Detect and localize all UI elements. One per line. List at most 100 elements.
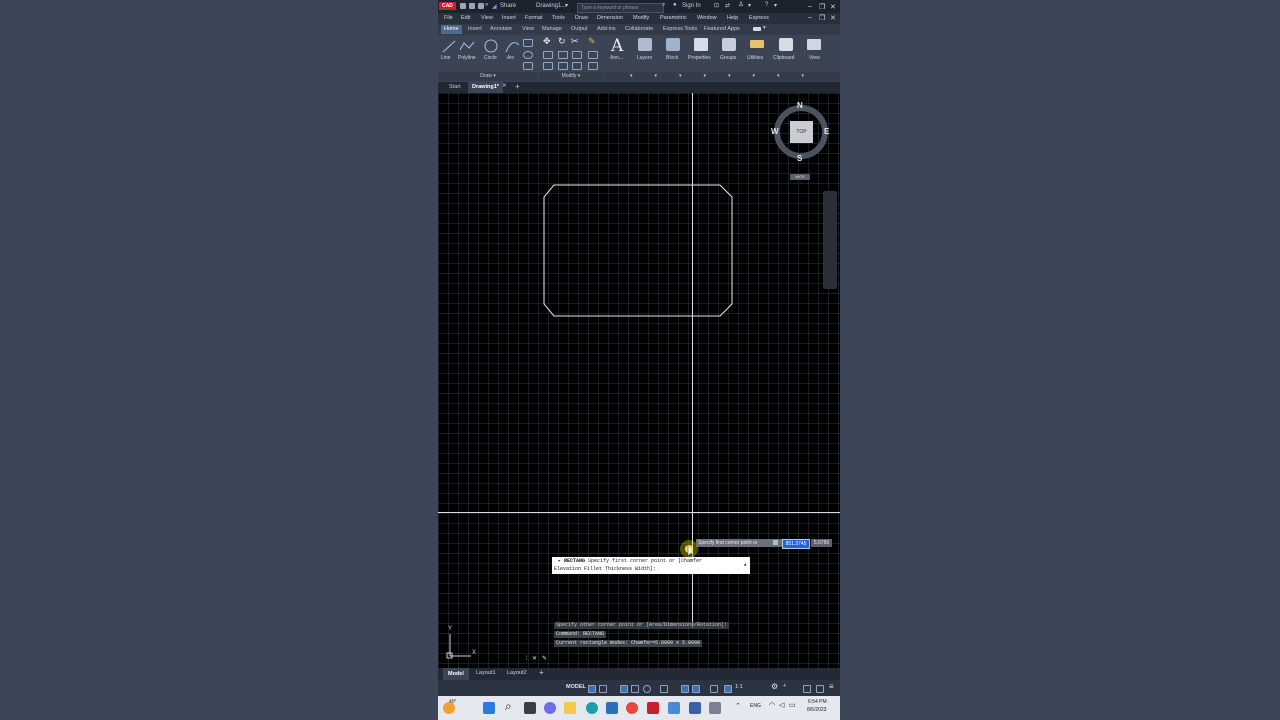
battery-icon[interactable]: ▭ — [789, 701, 796, 709]
close-icon[interactable]: ✕ — [830, 3, 836, 11]
fullscreen-icon[interactable] — [816, 685, 824, 693]
region-tool-icon[interactable] — [523, 62, 533, 70]
settings-icon[interactable] — [709, 702, 721, 714]
trim-tool-icon[interactable]: ✂ — [571, 36, 579, 47]
clipboard-label[interactable]: Clipboard — [773, 55, 794, 61]
tab-drawing1[interactable]: Drawing1* — [468, 82, 503, 93]
tab-featured-apps[interactable]: Featured Apps — [704, 26, 740, 32]
viewcube-top-face[interactable]: TOP — [790, 121, 813, 143]
polyline-tool-icon[interactable] — [459, 39, 475, 53]
annotation-label[interactable]: Ann... — [610, 55, 623, 61]
tab-close-icon[interactable]: ✕ — [502, 83, 507, 89]
panel-dropdowns[interactable]: ▾▾▾▾▾▾▾▾ — [604, 72, 840, 81]
autocad-taskbar-icon[interactable] — [647, 702, 659, 714]
taskbar-search-icon[interactable]: ⌕ — [505, 699, 512, 714]
qat-more-icon[interactable]: » — [485, 2, 488, 8]
wcs-menu[interactable]: WCS — [790, 174, 810, 180]
compass-south[interactable]: S — [797, 154, 802, 163]
menu-draw[interactable]: Draw — [575, 15, 588, 21]
block-label[interactable]: Block — [666, 55, 678, 61]
menu-express[interactable]: Express — [749, 15, 769, 21]
compass-east[interactable]: E — [824, 127, 829, 136]
search-input[interactable]: Type a keyword or phrase — [577, 3, 664, 13]
workspace-gear-icon[interactable]: ⚙ — [771, 682, 778, 691]
copy-tool-icon[interactable] — [543, 51, 553, 59]
properties-label[interactable]: Properties — [688, 55, 711, 61]
command-history-dropdown-icon[interactable]: ▴ — [743, 561, 747, 568]
doc-restore-icon[interactable]: ❐ — [819, 14, 825, 22]
autodesk-a-icon[interactable]: Δ — [739, 2, 743, 8]
menu-insert[interactable]: Insert — [502, 15, 516, 21]
hatch-tool-icon[interactable] — [523, 51, 533, 59]
modify-panel-title[interactable]: Modify ▾ — [539, 72, 603, 81]
new-file-icon[interactable] — [460, 3, 466, 9]
chat-icon[interactable] — [544, 702, 556, 714]
tab-layout1[interactable]: Layout1 — [476, 670, 496, 676]
tab-express-tools[interactable]: Express Tools — [663, 26, 697, 32]
open-file-icon[interactable] — [469, 3, 475, 9]
wifi-icon[interactable]: ◠ — [769, 701, 775, 709]
menu-help[interactable]: Help — [727, 15, 738, 21]
x-coordinate-field[interactable]: 851.3745 — [782, 539, 810, 549]
share-button[interactable]: Share — [500, 3, 516, 9]
layers-label[interactable]: Layers — [637, 55, 652, 61]
lineweight-icon[interactable] — [692, 685, 700, 693]
tab-manage[interactable]: Manage — [542, 26, 562, 32]
menu-parametric[interactable]: Parametric — [660, 15, 687, 21]
menu-window[interactable]: Window — [697, 15, 717, 21]
offset-tool-icon[interactable] — [588, 62, 598, 70]
explode-tool-icon[interactable] — [588, 51, 598, 59]
clipboard-icon[interactable] — [779, 38, 793, 51]
grid-icon[interactable] — [588, 685, 596, 693]
command-line-input[interactable]: ▸ RECTANG Specify first corner point or … — [552, 557, 750, 574]
search-icon[interactable]: ⌕ — [662, 2, 665, 9]
task-view-icon[interactable] — [524, 702, 536, 714]
minimize-icon[interactable]: – — [808, 3, 812, 10]
menu-modify[interactable]: Modify — [633, 15, 649, 21]
tab-view[interactable]: View — [522, 26, 534, 32]
ortho-icon[interactable] — [620, 685, 628, 693]
eraser-tool-icon[interactable]: ✎ — [588, 36, 596, 47]
drawing-canvas[interactable] — [438, 93, 840, 668]
volume-icon[interactable]: ◁ — [779, 701, 784, 709]
help-dropdown-icon[interactable]: ▾ — [774, 2, 777, 9]
move-tool-icon[interactable]: ✥ — [543, 36, 551, 47]
menu-edit[interactable]: Edit — [461, 15, 470, 21]
annotation-visibility-icon[interactable] — [724, 685, 732, 693]
calculator-icon[interactable] — [668, 702, 680, 714]
file-explorer-icon[interactable] — [564, 702, 576, 714]
app-logo[interactable]: CAD — [439, 2, 456, 10]
view-icon[interactable] — [807, 39, 821, 50]
tab-home[interactable]: Home — [441, 25, 462, 34]
tab-collaborate[interactable]: Collaborate — [625, 26, 653, 32]
mirror-tool-icon[interactable] — [558, 51, 568, 59]
store-icon[interactable] — [606, 702, 618, 714]
fillet-tool-icon[interactable] — [572, 51, 582, 59]
layers-icon[interactable] — [638, 38, 652, 51]
osnap-tracking-icon[interactable] — [660, 685, 668, 693]
annotation-scale[interactable]: 1:1 — [735, 684, 743, 690]
tab-start[interactable]: Start — [449, 84, 461, 90]
menu-view[interactable]: View — [481, 15, 493, 21]
save-icon[interactable] — [478, 3, 484, 9]
utilities-label[interactable]: Utilities — [747, 55, 763, 61]
language-indicator[interactable]: ENG — [750, 703, 761, 709]
tray-overflow-icon[interactable]: ⌃ — [735, 702, 741, 710]
command-grip-icon[interactable]: ⁞ — [526, 656, 528, 662]
tab-layout2[interactable]: Layout2 — [507, 670, 527, 676]
view-label[interactable]: View — [809, 55, 820, 61]
compass-west[interactable]: W — [771, 127, 779, 136]
doc-close-icon[interactable]: ✕ — [830, 14, 836, 22]
isodraft-icon[interactable] — [643, 685, 651, 693]
help-icon[interactable]: ? — [765, 2, 768, 8]
new-layout-button[interactable]: + — [539, 668, 544, 677]
ribbon-toggle-icon[interactable] — [753, 27, 761, 31]
menu-tools[interactable]: Tools — [552, 15, 565, 21]
draw-panel-title[interactable]: Draw ▾ — [438, 72, 538, 81]
tab-output[interactable]: Output — [571, 26, 588, 32]
plus-icon[interactable]: + — [783, 683, 786, 689]
clock-time[interactable]: 6:54 PM — [808, 699, 827, 705]
menu-format[interactable]: Format — [525, 15, 542, 21]
isolate-objects-icon[interactable] — [803, 685, 811, 693]
line-tool-icon[interactable] — [442, 39, 456, 53]
